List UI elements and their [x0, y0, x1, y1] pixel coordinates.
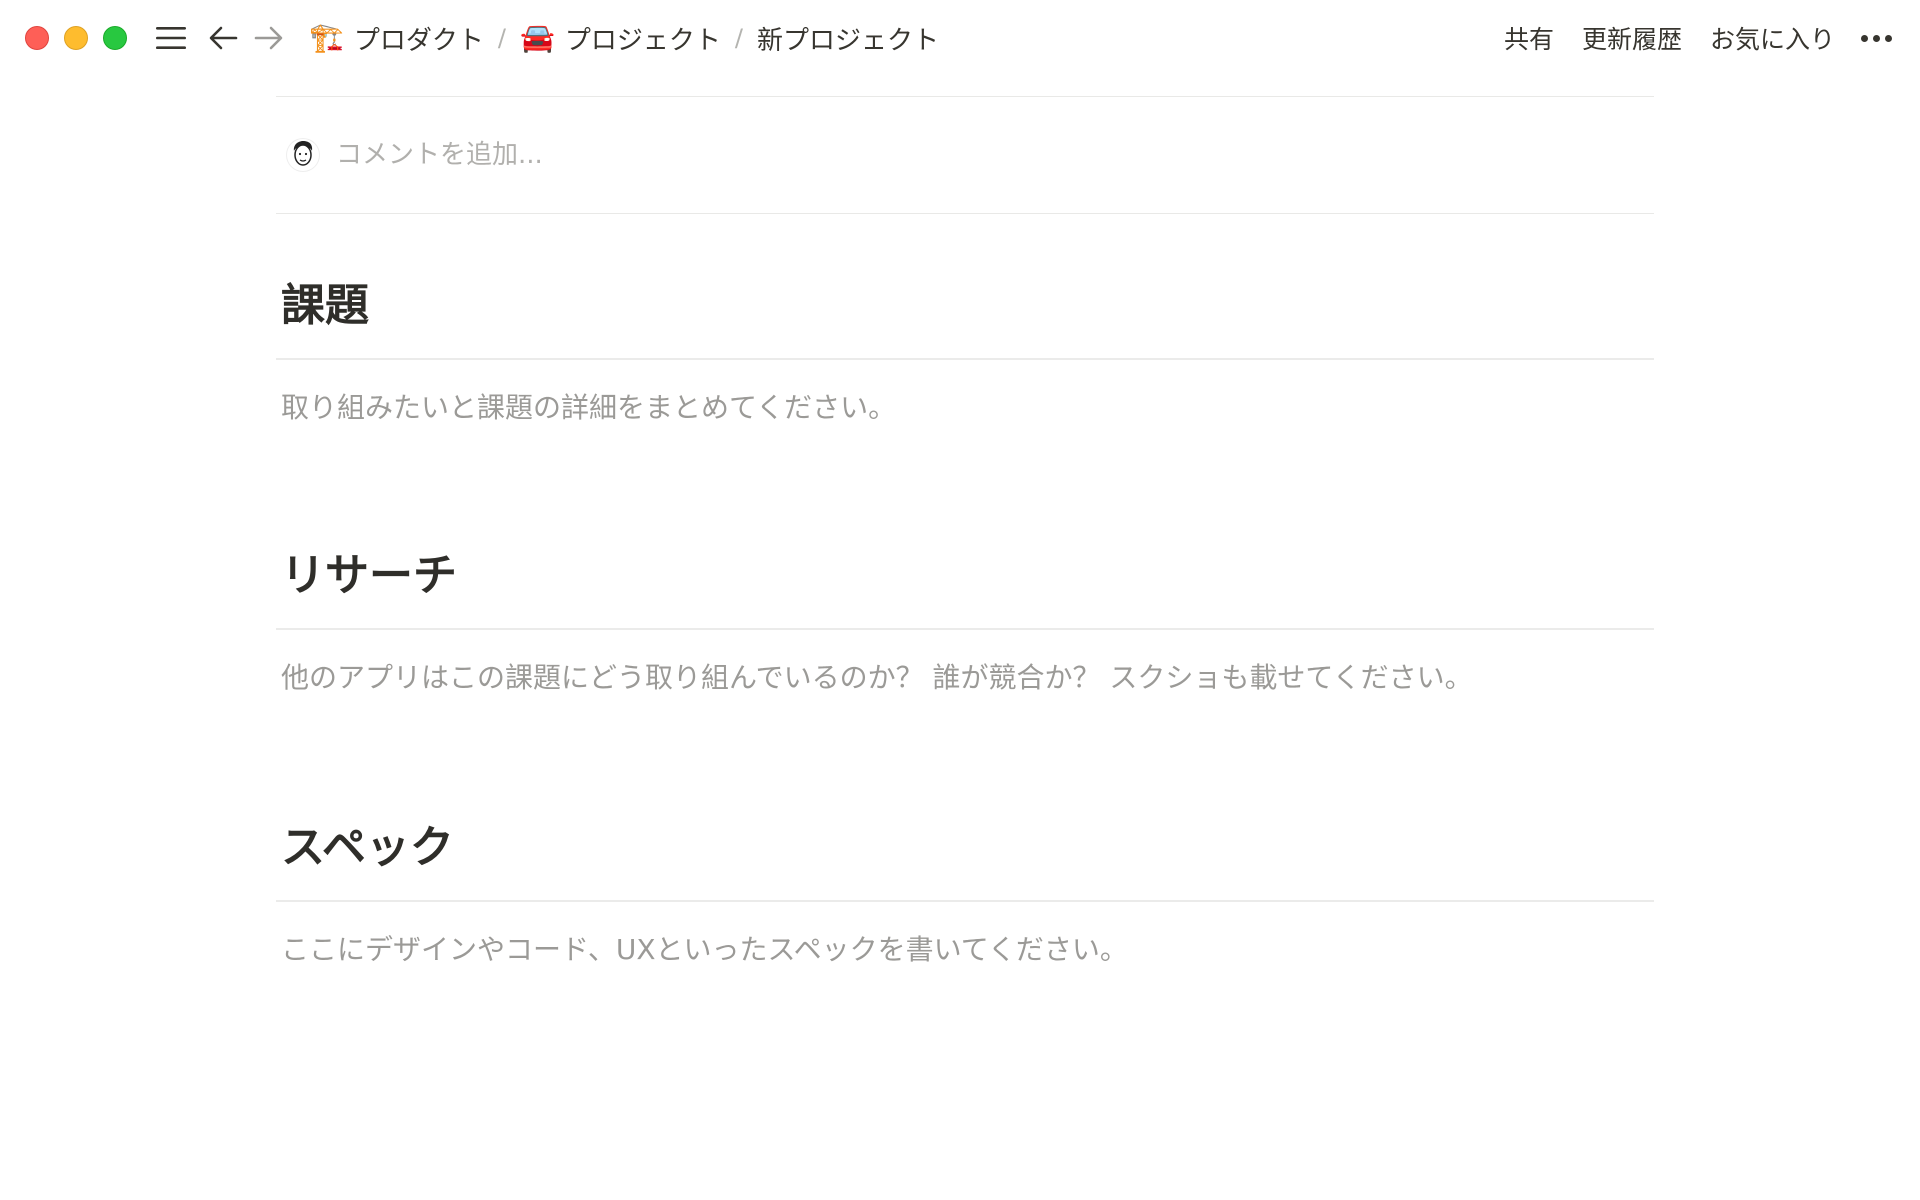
breadcrumb-item-product[interactable]: 🏗️ プロダクト: [303, 16, 490, 61]
arrow-left-icon[interactable]: [203, 18, 243, 58]
car-icon: 🚘: [519, 21, 555, 54]
section-spec: スペック ここにデザインやコード、UXといったスペックを書いてください。: [276, 818, 1654, 970]
breadcrumb-separator: /: [497, 24, 506, 52]
section-heading[interactable]: スペック: [276, 818, 1654, 878]
history-button[interactable]: 更新履歴: [1572, 14, 1692, 62]
favorite-button[interactable]: お気に入り: [1700, 14, 1845, 62]
minimize-window-button[interactable]: [64, 26, 88, 50]
breadcrumb-item-new-project[interactable]: 新プロジェクト: [751, 16, 945, 61]
divider: [276, 213, 1654, 214]
topbar-actions: 共有 更新履歴 お気に入り: [1494, 14, 1900, 62]
page-content: 課題 取り組みたいと課題の詳細をまとめてください。 リサーチ 他のアプリはこの課…: [276, 96, 1654, 970]
divider: [276, 900, 1654, 902]
section-placeholder[interactable]: ここにデザインやコード、UXといったスペックを書いてください。: [276, 930, 1654, 970]
menu-icon[interactable]: [151, 18, 191, 58]
comment-input[interactable]: [336, 140, 1136, 170]
breadcrumb-item-project[interactable]: 🚘 プロジェクト: [514, 16, 727, 61]
comment-row: [276, 97, 1654, 213]
divider: [276, 628, 1654, 630]
avatar: [286, 138, 320, 172]
title-bar: 🏗️ プロダクト / 🚘 プロジェクト / 新プロジェクト 共有 更新履歴 お気…: [0, 0, 1920, 76]
zoom-window-button[interactable]: [103, 26, 127, 50]
close-window-button[interactable]: [25, 26, 49, 50]
section-placeholder[interactable]: 他のアプリはこの課題にどう取り組んでいるのか？ 誰が競合か？ スクショも載せてく…: [276, 658, 1654, 698]
breadcrumb-label: プロジェクト: [564, 25, 721, 56]
breadcrumb-label: 新プロジェクト: [756, 25, 939, 56]
section-research: リサーチ 他のアプリはこの課題にどう取り組んでいるのか？ 誰が競合か？ スクショ…: [276, 546, 1654, 698]
divider: [276, 358, 1654, 360]
breadcrumb-label: プロダクト: [353, 25, 484, 56]
breadcrumb: 🏗️ プロダクト / 🚘 プロジェクト / 新プロジェクト: [303, 16, 945, 61]
section-heading[interactable]: 課題: [276, 276, 1654, 336]
more-options-icon[interactable]: [1853, 25, 1900, 52]
share-button[interactable]: 共有: [1494, 14, 1564, 62]
section-heading[interactable]: リサーチ: [276, 546, 1654, 606]
section-issue: 課題 取り組みたいと課題の詳細をまとめてください。: [276, 276, 1654, 428]
construction-crane-icon: 🏗️: [309, 21, 344, 54]
section-placeholder[interactable]: 取り組みたいと課題の詳細をまとめてください。: [276, 388, 1654, 428]
breadcrumb-separator: /: [734, 24, 743, 52]
arrow-right-icon[interactable]: [249, 18, 289, 58]
window-controls: [25, 26, 127, 50]
